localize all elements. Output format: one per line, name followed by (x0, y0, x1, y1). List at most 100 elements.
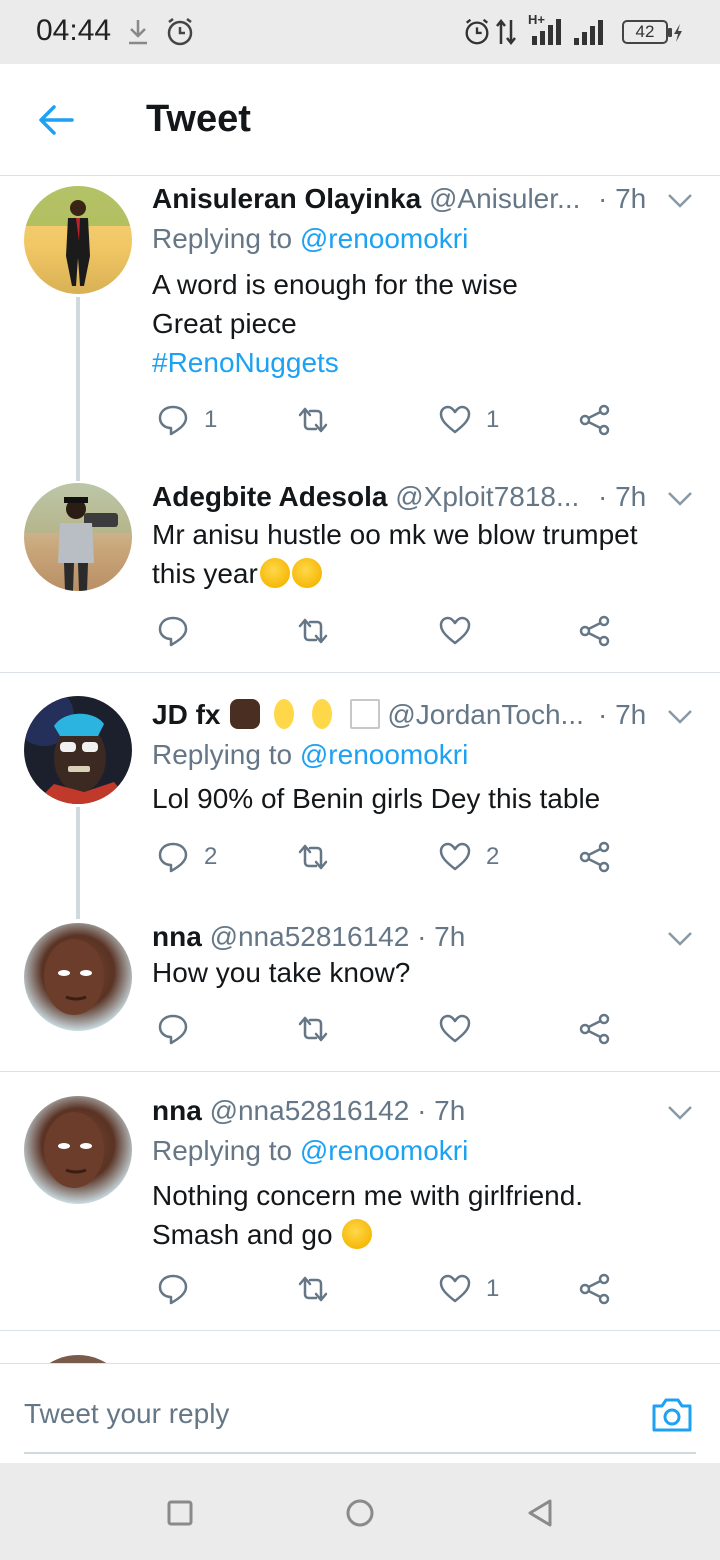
share-button[interactable] (578, 611, 612, 651)
app-header: Tweet (0, 64, 720, 176)
tweet-text-line: Nothing concern me with girlfriend. (152, 1180, 584, 1211)
avatar[interactable] (24, 1096, 132, 1204)
tweet-item[interactable]: Adegbite Adesola @Xploit7818... · 7h Mr … (0, 475, 720, 672)
avatar-photo (24, 483, 132, 591)
avatar[interactable] (24, 696, 132, 804)
heart-icon (439, 616, 471, 645)
avatar[interactable] (24, 186, 132, 294)
avatar[interactable] (24, 923, 132, 1031)
avatar-photo (44, 1112, 104, 1188)
chevron-down-icon[interactable] (666, 489, 694, 509)
reply-button[interactable] (156, 1009, 204, 1049)
reply-icon (158, 405, 188, 436)
signal-icon (532, 19, 561, 45)
lightbulb-emoji-icon (311, 699, 332, 729)
retweet-button[interactable] (296, 1009, 344, 1049)
like-button[interactable]: 1 (438, 400, 499, 440)
mention-link[interactable]: @renoomokri (300, 223, 468, 254)
display-name[interactable]: nna (152, 921, 202, 952)
tweet-time: · 7h (417, 921, 466, 952)
user-handle: @nna52816142 (209, 921, 410, 952)
display-name[interactable]: nna (152, 1095, 202, 1126)
status-bar: 04:44 H+ 42 (0, 0, 720, 64)
avatar-photo (44, 939, 104, 1015)
rofl-emoji-icon (291, 558, 322, 588)
retweet-button[interactable] (296, 837, 344, 877)
rofl-emoji-icon (259, 558, 290, 588)
tweet-text-line: How you take know? (152, 957, 411, 988)
tweet-text-line: Great piece (152, 308, 297, 339)
share-button[interactable] (578, 1009, 612, 1049)
retweet-icon (298, 844, 328, 870)
home-circle-icon[interactable] (342, 1495, 378, 1531)
recents-square-icon[interactable] (162, 1495, 198, 1531)
retweet-button[interactable] (296, 611, 344, 651)
data-transfer-icon (496, 18, 516, 46)
chevron-down-icon[interactable] (666, 707, 694, 727)
divider (0, 1071, 720, 1072)
share-icon (579, 615, 610, 647)
display-name[interactable]: Adegbite Adesola (152, 481, 387, 512)
share-button[interactable] (578, 400, 612, 440)
like-count: 1 (486, 406, 500, 433)
retweet-button[interactable] (296, 1269, 344, 1309)
heart-icon (439, 1274, 471, 1303)
tweet-actions (152, 611, 632, 651)
like-button[interactable]: 1 (438, 1269, 499, 1309)
reply-button[interactable] (156, 1269, 204, 1309)
tweet-item[interactable]: Anisuleran Olayinka @Anisuler... · 7h Re… (0, 177, 720, 481)
reply-count: 1 (204, 406, 218, 433)
like-button[interactable] (438, 611, 486, 651)
tweet-item[interactable]: JD fx @JordanToch... · 7h Replying to @r… (0, 693, 720, 919)
mention-link[interactable]: @renoomokri (300, 739, 468, 770)
like-button[interactable] (438, 1009, 486, 1049)
reply-input[interactable]: Tweet your reply (24, 1398, 229, 1430)
reply-icon (158, 616, 188, 647)
back-triangle-icon[interactable] (522, 1495, 558, 1531)
share-button[interactable] (578, 1269, 612, 1309)
battery-icon: 42 (622, 20, 672, 44)
alarm-icon (465, 18, 489, 45)
reply-button[interactable] (156, 611, 204, 651)
replying-to: Replying to @renoomokri (152, 739, 468, 771)
chevron-down-icon[interactable] (666, 1103, 694, 1123)
avatar-photo (24, 186, 132, 286)
chevron-down-icon[interactable] (666, 191, 694, 211)
woozy-face-emoji-icon (342, 1219, 373, 1249)
tweet-item[interactable]: nna @nna52816142 · 7h How you take know? (0, 915, 720, 1071)
mention-link[interactable]: @renoomokri (300, 1135, 468, 1166)
thread-line (76, 297, 80, 481)
reply-button[interactable]: 1 (156, 400, 217, 440)
reply-icon (158, 842, 188, 873)
tweet-header: JD fx @JordanToch... (152, 699, 652, 731)
tweet-header: Adegbite Adesola @Xploit7818... (152, 481, 652, 513)
display-name[interactable]: Anisuleran Olayinka (152, 183, 421, 214)
display-name[interactable]: JD fx (152, 699, 220, 730)
tweet-header: nna @nna52816142 · 7h (152, 921, 652, 953)
tweet-item[interactable]: nna @nna52816142 · 7h Replying to @renoo… (0, 1089, 720, 1329)
like-button[interactable]: 2 (438, 837, 499, 877)
retweet-button[interactable] (296, 400, 344, 440)
fist-emoji-icon (230, 699, 261, 729)
replying-label: Replying to (152, 223, 300, 254)
chart-decreasing-emoji-icon (349, 699, 380, 729)
download-icon (129, 20, 147, 45)
hashtag-link[interactable]: #RenoNuggets (152, 343, 692, 382)
tweet-item-partial[interactable] (0, 1349, 720, 1363)
battery-level: 42 (635, 22, 655, 41)
tweet-text-line: Mr anisu hustle oo mk we blow trumpet (152, 519, 638, 550)
share-icon (579, 841, 610, 873)
camera-icon[interactable] (650, 1394, 694, 1434)
arrow-left-icon[interactable] (36, 100, 76, 140)
reply-button[interactable]: 2 (156, 837, 217, 877)
tweet-header: Anisuleran Olayinka @Anisuler... (152, 183, 652, 215)
chevron-down-icon[interactable] (666, 929, 694, 949)
user-handle: @Xploit7818... (395, 481, 580, 512)
tweet-thread[interactable]: Anisuleran Olayinka @Anisuler... · 7h Re… (0, 177, 720, 1363)
avatar[interactable] (24, 483, 132, 591)
avatar[interactable] (24, 1355, 132, 1363)
divider (0, 672, 720, 673)
user-handle: @Anisuler... (429, 183, 581, 214)
share-button[interactable] (578, 837, 612, 877)
charging-icon (674, 24, 682, 42)
